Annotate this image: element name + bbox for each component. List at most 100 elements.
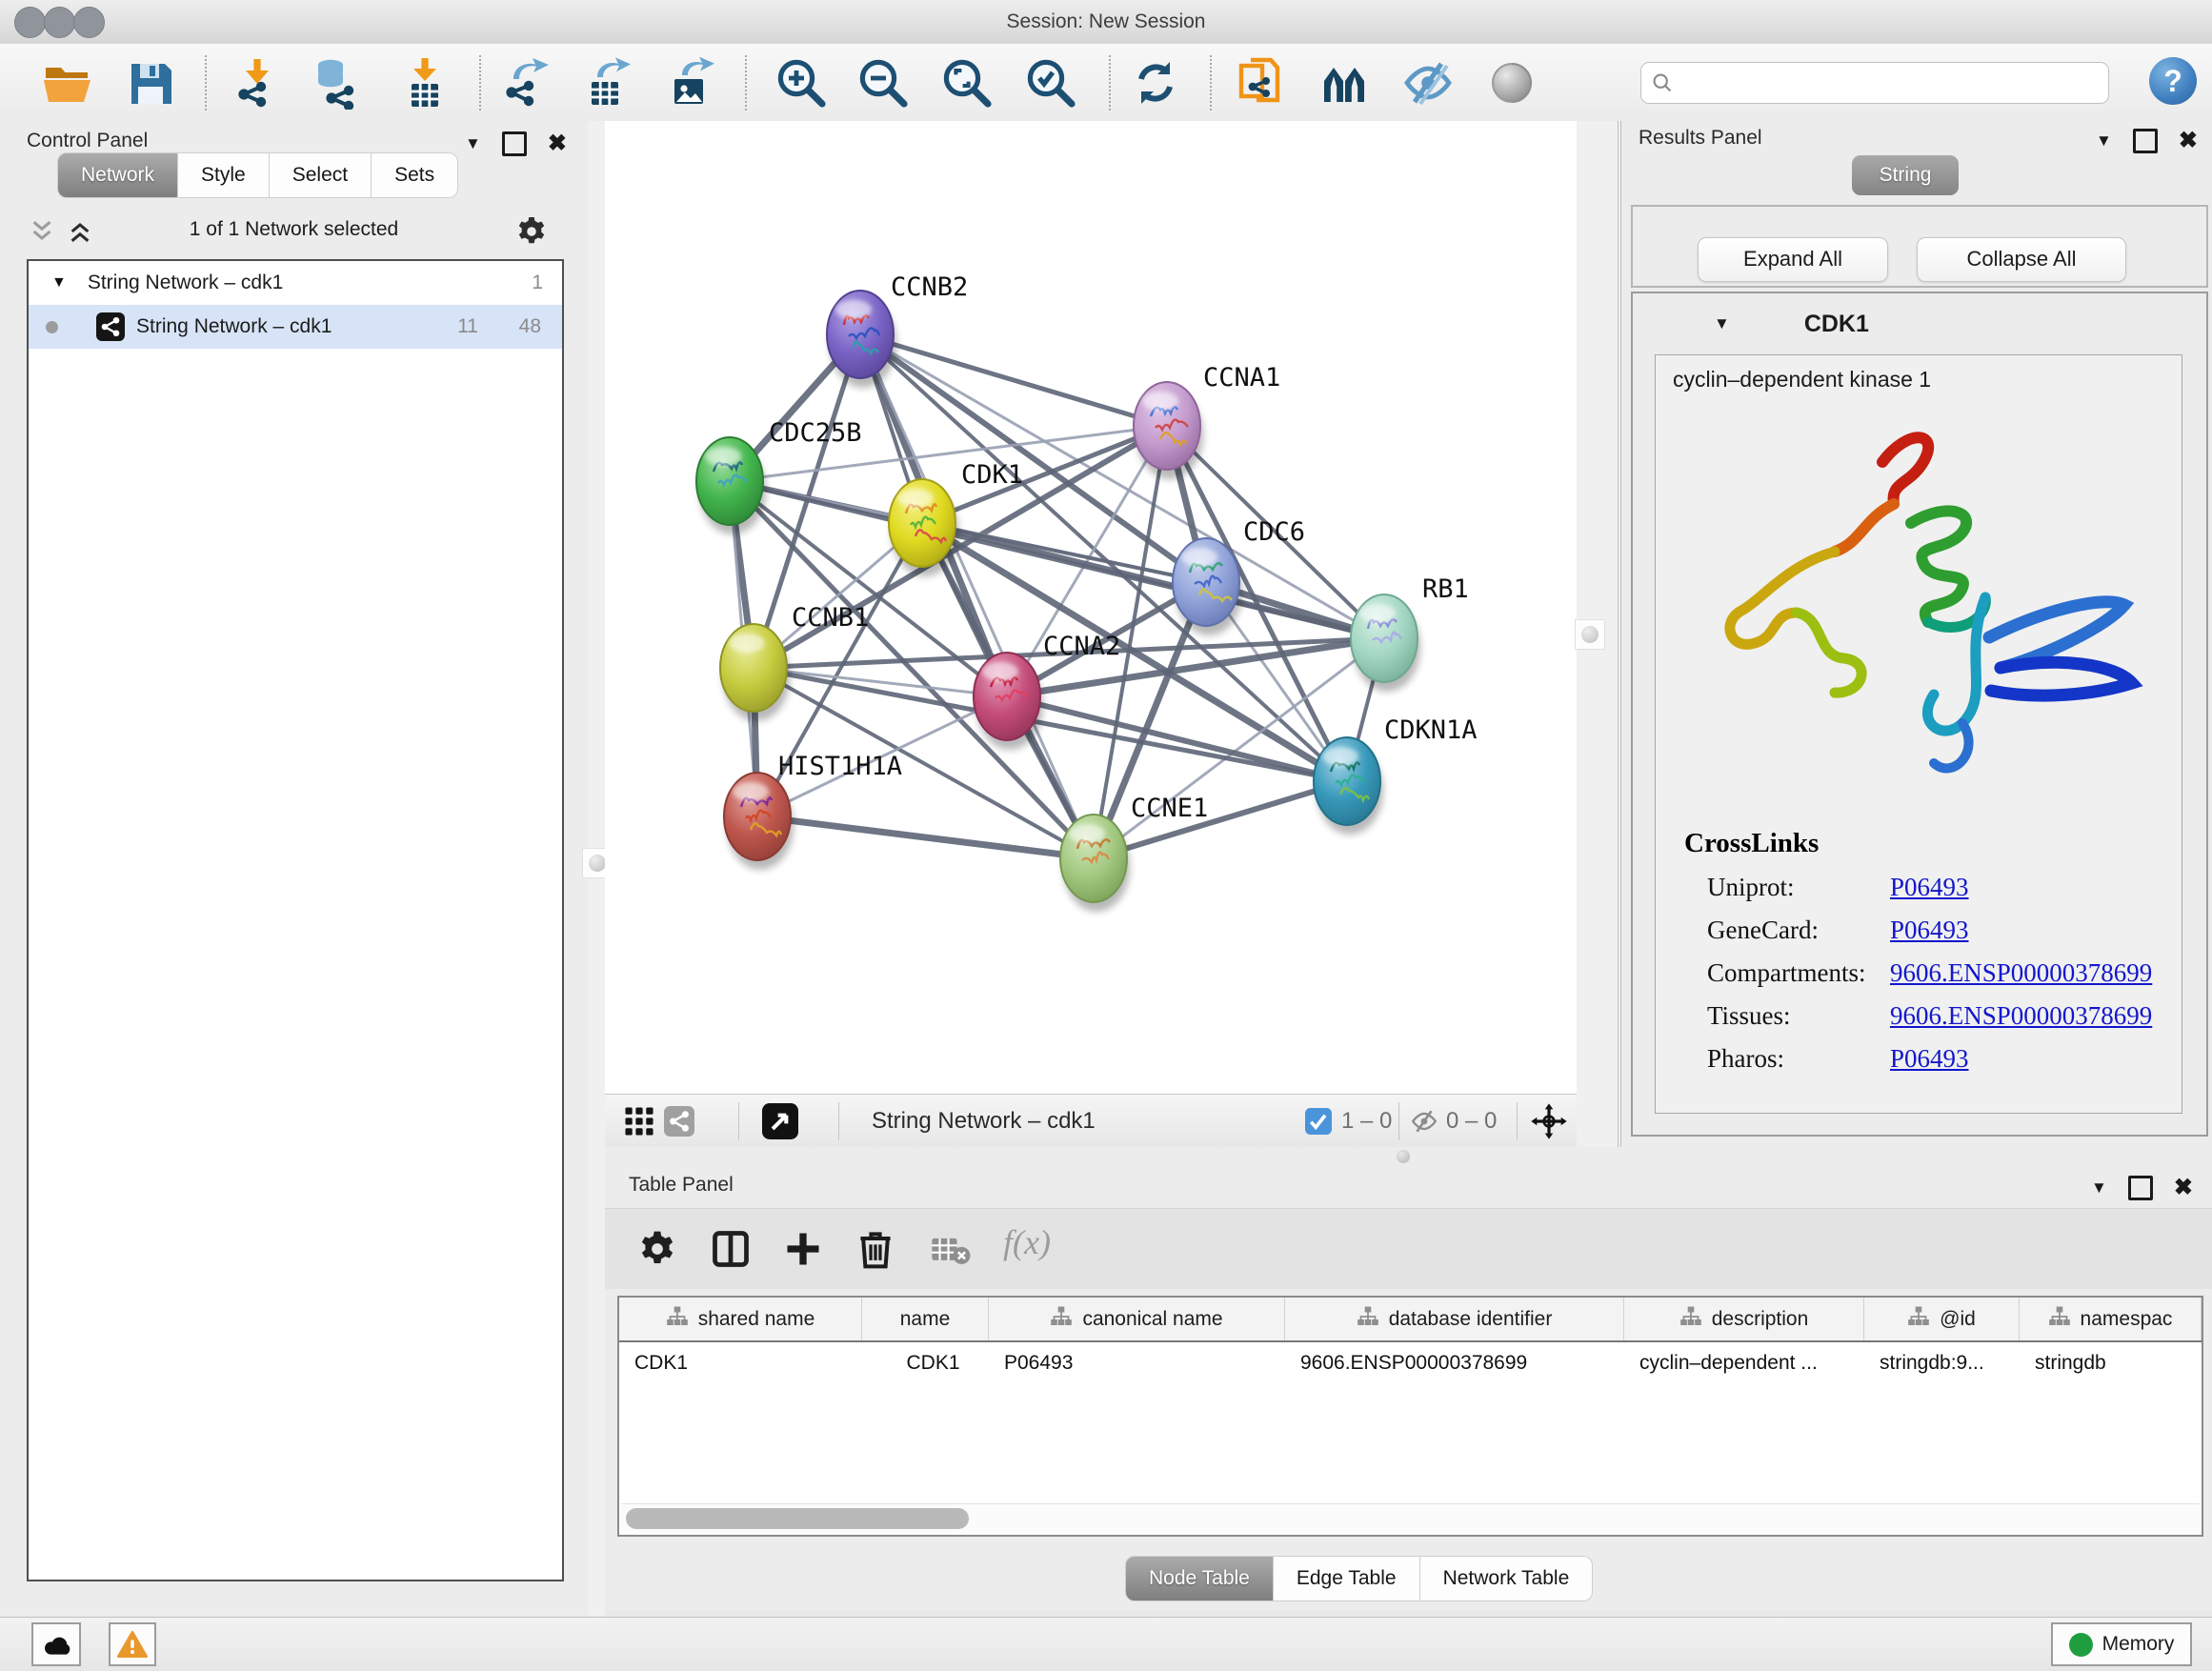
table-options-gear-icon[interactable] <box>636 1228 678 1270</box>
table-cell[interactable]: CDK1 <box>862 1352 989 1375</box>
float-panel-icon[interactable] <box>2133 129 2158 153</box>
network-view-mode-icon[interactable] <box>664 1095 694 1148</box>
horizontal-splitter-handle[interactable] <box>1397 1150 1410 1163</box>
table-cell[interactable]: stringdb:9... <box>1864 1352 2020 1375</box>
tab-style[interactable]: Style <box>178 152 270 198</box>
network-edge[interactable] <box>860 334 1167 426</box>
column-header-database-identifier[interactable]: database identifier <box>1285 1298 1624 1340</box>
close-window-icon[interactable] <box>14 7 46 38</box>
column-header-description[interactable]: description <box>1624 1298 1864 1340</box>
close-panel-icon[interactable]: ✖ <box>548 130 567 157</box>
tab-string[interactable]: String <box>1852 155 1959 195</box>
import-table-icon[interactable] <box>398 56 452 110</box>
float-panel-icon[interactable] <box>502 131 527 156</box>
expand-all-button[interactable]: Expand All <box>1698 237 1888 282</box>
export-table-icon[interactable] <box>580 56 633 110</box>
table-cell[interactable]: cyclin–dependent ... <box>1624 1352 1864 1375</box>
cloud-button[interactable] <box>31 1622 81 1666</box>
network-node[interactable]: CCNE1 <box>1060 794 1208 912</box>
scrollbar-thumb[interactable] <box>626 1508 969 1529</box>
network-edge[interactable] <box>922 523 1384 638</box>
memory-button[interactable]: Memory <box>2051 1622 2192 1666</box>
section-expander-icon[interactable]: ▼ <box>1714 314 1730 333</box>
clone-network-icon[interactable] <box>1234 56 1287 110</box>
crosslink-link[interactable]: P06493 <box>1890 873 1969 902</box>
close-panel-icon[interactable]: ✖ <box>2179 127 2198 154</box>
zoom-in-icon[interactable] <box>774 56 827 110</box>
zoom-out-icon[interactable] <box>855 56 909 110</box>
import-database-icon[interactable] <box>311 56 364 110</box>
network-label: String Network – cdk1 <box>136 315 332 338</box>
crosslink-row: Uniprot:P06493 <box>1684 873 2152 902</box>
open-session-icon[interactable] <box>40 56 93 110</box>
column-header-name[interactable]: name <box>862 1298 989 1340</box>
crosslink-link[interactable]: P06493 <box>1890 916 1969 945</box>
tab-network-table[interactable]: Network Table <box>1420 1556 1594 1601</box>
tab-node-table[interactable]: Node Table <box>1125 1556 1274 1601</box>
search-icon <box>1651 71 1674 94</box>
network-options-gear-icon[interactable] <box>514 214 549 249</box>
export-image-icon[interactable] <box>663 56 716 110</box>
node-label: HIST1H1A <box>778 752 902 781</box>
close-panel-icon[interactable]: ✖ <box>2174 1174 2193 1201</box>
tab-sets[interactable]: Sets <box>372 152 458 198</box>
tab-select[interactable]: Select <box>270 152 372 198</box>
float-panel-icon[interactable] <box>2128 1176 2153 1200</box>
warnings-button[interactable] <box>109 1622 156 1666</box>
table-cell[interactable]: P06493 <box>989 1352 1285 1375</box>
tab-edge-table[interactable]: Edge Table <box>1274 1556 1420 1601</box>
gene-section-header[interactable]: ▼ CDK1 <box>1633 293 2206 354</box>
table-horizontal-scrollbar[interactable] <box>621 1503 2200 1533</box>
collapse-panel-icon[interactable]: ▼ <box>2091 1178 2107 1198</box>
search-input[interactable] <box>1681 65 2095 99</box>
collapse-all-button[interactable]: Collapse All <box>1917 237 2126 282</box>
network-node[interactable]: CDKN1A <box>1314 715 1478 835</box>
help-button[interactable]: ? <box>2149 57 2197 105</box>
function-builder-icon[interactable]: f(x) <box>1003 1222 1045 1264</box>
maximize-window-icon[interactable] <box>73 7 105 38</box>
crosslink-link[interactable]: P06493 <box>1890 1044 1969 1074</box>
network-edge[interactable] <box>757 816 1094 858</box>
column-header-canonical-name[interactable]: canonical name <box>989 1298 1285 1340</box>
hidden-eye-slash-icon[interactable] <box>1410 1095 1438 1148</box>
delete-table-icon[interactable] <box>927 1234 975 1268</box>
show-columns-icon[interactable] <box>710 1228 752 1270</box>
network-row[interactable]: String Network – cdk1 11 48 <box>29 305 562 349</box>
crosslink-link[interactable]: 9606.ENSP00000378699 <box>1890 958 2152 988</box>
table-cell[interactable]: stringdb <box>2020 1352 2202 1375</box>
collection-expander-icon[interactable]: ▼ <box>51 274 67 292</box>
minimize-window-icon[interactable] <box>44 7 75 38</box>
appearance-icon[interactable] <box>1485 56 1538 110</box>
import-network-icon[interactable] <box>231 56 284 110</box>
refresh-icon[interactable] <box>1129 56 1182 110</box>
network-node[interactable]: CCNA1 <box>1134 363 1280 479</box>
add-column-icon[interactable] <box>782 1228 824 1270</box>
column-header-id[interactable]: @id <box>1864 1298 2020 1340</box>
export-network-icon[interactable] <box>498 56 552 110</box>
network-node[interactable]: HIST1H1A <box>724 752 902 870</box>
show-hide-icon[interactable] <box>1401 56 1455 110</box>
collapse-panel-icon[interactable]: ▼ <box>2096 131 2112 151</box>
network-collection-row[interactable]: ▼ String Network – cdk1 1 <box>29 261 562 305</box>
network-canvas[interactable]: CCNB2CCNA1CDC25BCDK1CDC6RB1CCNB1CCNA2CDK… <box>605 121 1577 1094</box>
network-overview-icon[interactable] <box>1318 56 1372 110</box>
zoom-selected-icon[interactable] <box>1023 56 1076 110</box>
save-session-icon[interactable] <box>124 56 177 110</box>
delete-column-icon[interactable] <box>855 1228 896 1270</box>
selected-checkbox-icon[interactable] <box>1305 1095 1332 1148</box>
table-cell[interactable]: 9606.ENSP00000378699 <box>1285 1352 1624 1375</box>
grid-view-icon[interactable] <box>624 1095 654 1148</box>
collapse-panel-icon[interactable]: ▼ <box>465 134 481 153</box>
column-header-shared-name[interactable]: shared name <box>619 1298 862 1340</box>
crosslink-link[interactable]: 9606.ENSP00000378699 <box>1890 1001 2152 1031</box>
network-type-icon <box>96 312 125 341</box>
pan-crosshair-icon[interactable] <box>1530 1095 1568 1148</box>
network-node[interactable]: RB1 <box>1351 574 1469 692</box>
table-cell[interactable]: CDK1 <box>619 1352 862 1375</box>
zoom-fit-icon[interactable] <box>939 56 993 110</box>
column-header-namespac[interactable]: namespac <box>2020 1298 2202 1340</box>
birds-eye-view-icon[interactable] <box>762 1095 798 1148</box>
tab-network[interactable]: Network <box>57 152 178 198</box>
right-splitter-handle[interactable] <box>1575 619 1605 650</box>
table-row[interactable]: CDK1CDK1P064939606.ENSP00000378699cyclin… <box>619 1342 2202 1384</box>
